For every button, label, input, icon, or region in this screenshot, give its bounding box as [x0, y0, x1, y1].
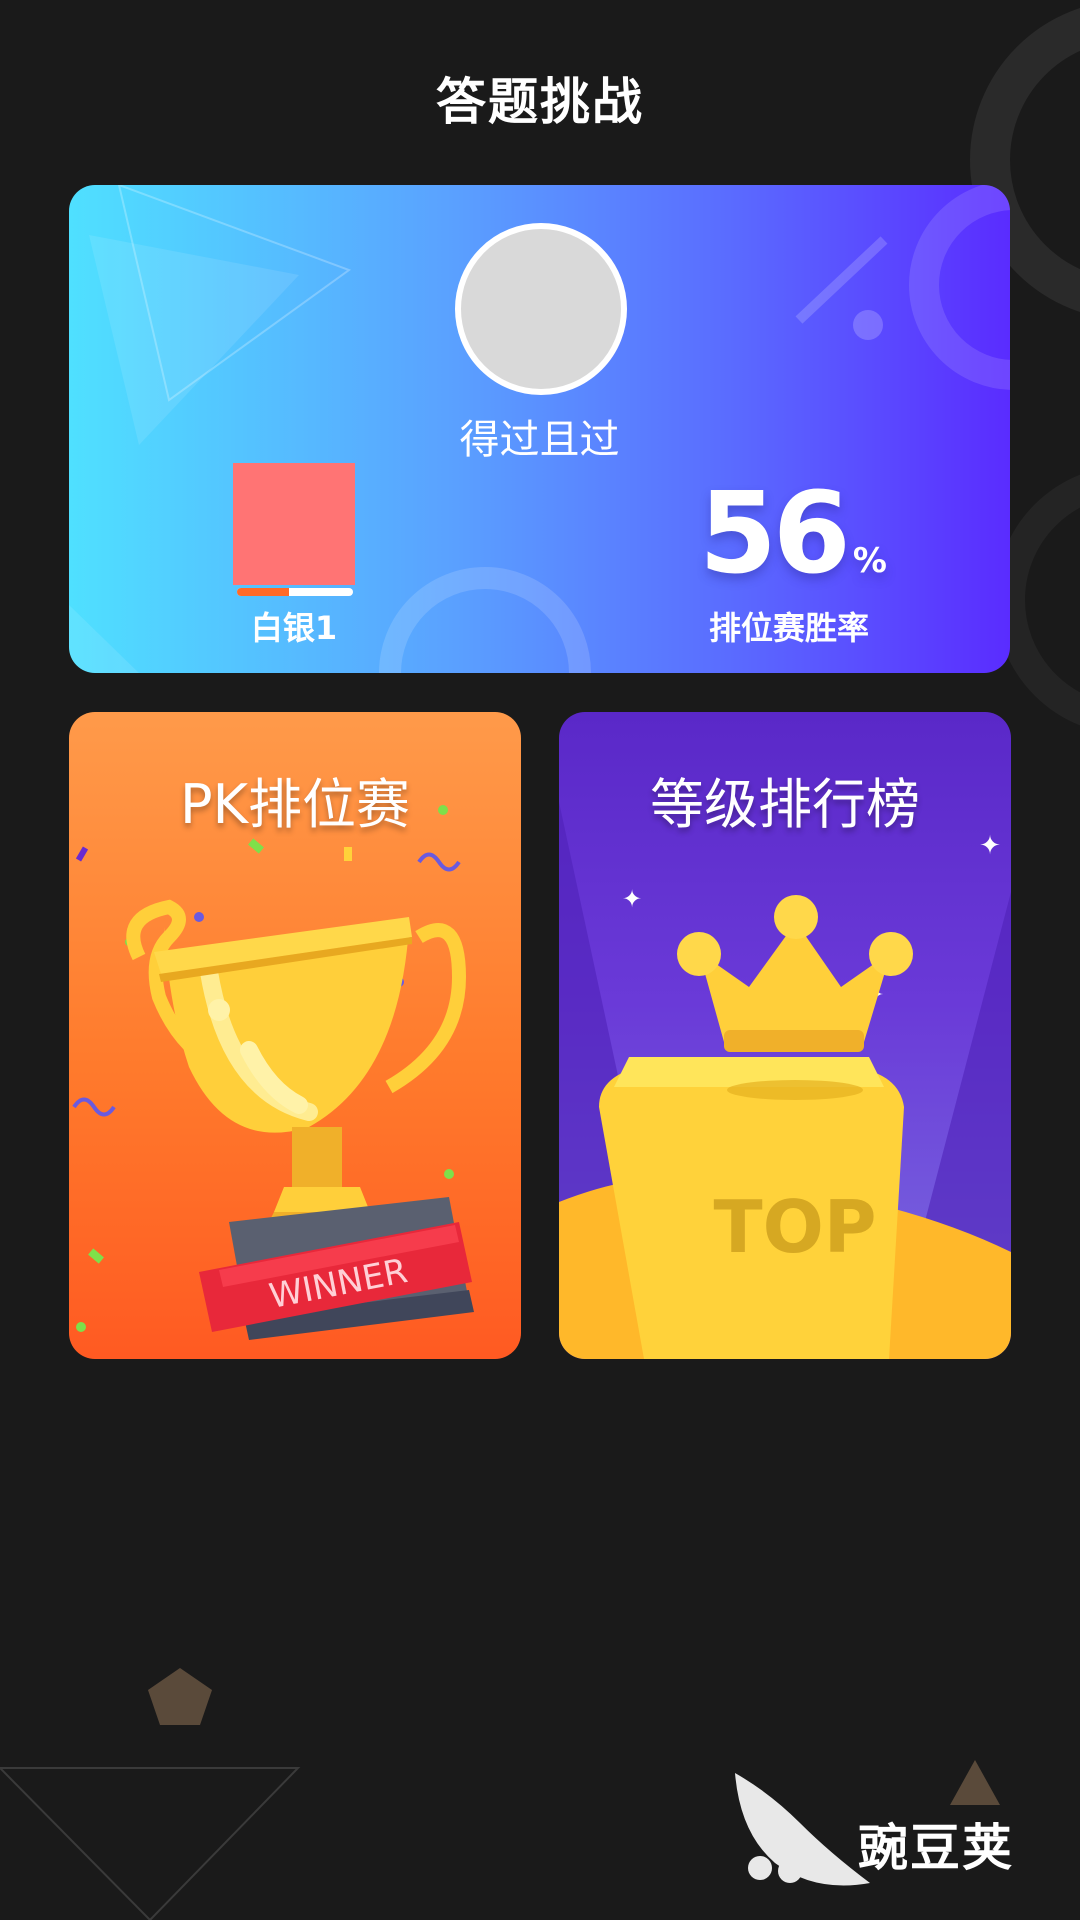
page-title: 答题挑战 [436, 73, 644, 131]
user-nickname: 得过且过 [459, 417, 620, 463]
rank-badge [233, 463, 355, 585]
watermark-logo-icon [735, 1773, 870, 1886]
rank-progress-fill [237, 588, 290, 596]
svg-text:✦: ✦ [622, 885, 642, 913]
win-rate-label: 排位赛胜率 [708, 609, 869, 647]
watermark-text: 豌豆荚 [858, 1819, 1014, 1877]
profile-card: 得过且过 白银1 56% 排位赛胜率 [69, 185, 1010, 673]
rank-label: 白银1 [250, 609, 338, 647]
rank-progress-bar [237, 588, 353, 596]
level-leaderboard-title: 等级排行榜 [650, 773, 920, 836]
top-podium-text: TOP [713, 1185, 876, 1269]
win-rate-unit: % [852, 541, 887, 581]
avatar[interactable] [455, 223, 627, 395]
win-rate-number: 56 [699, 469, 851, 599]
pk-ranked-title: PK排位赛 [180, 773, 410, 836]
win-rate-value: 56% [699, 469, 887, 599]
pk-ranked-card[interactable]: WINNER PK排位赛 [69, 712, 521, 1359]
level-leaderboard-card[interactable]: ✦ ✦ ✦ TOP 等级排行榜 [559, 712, 1011, 1359]
